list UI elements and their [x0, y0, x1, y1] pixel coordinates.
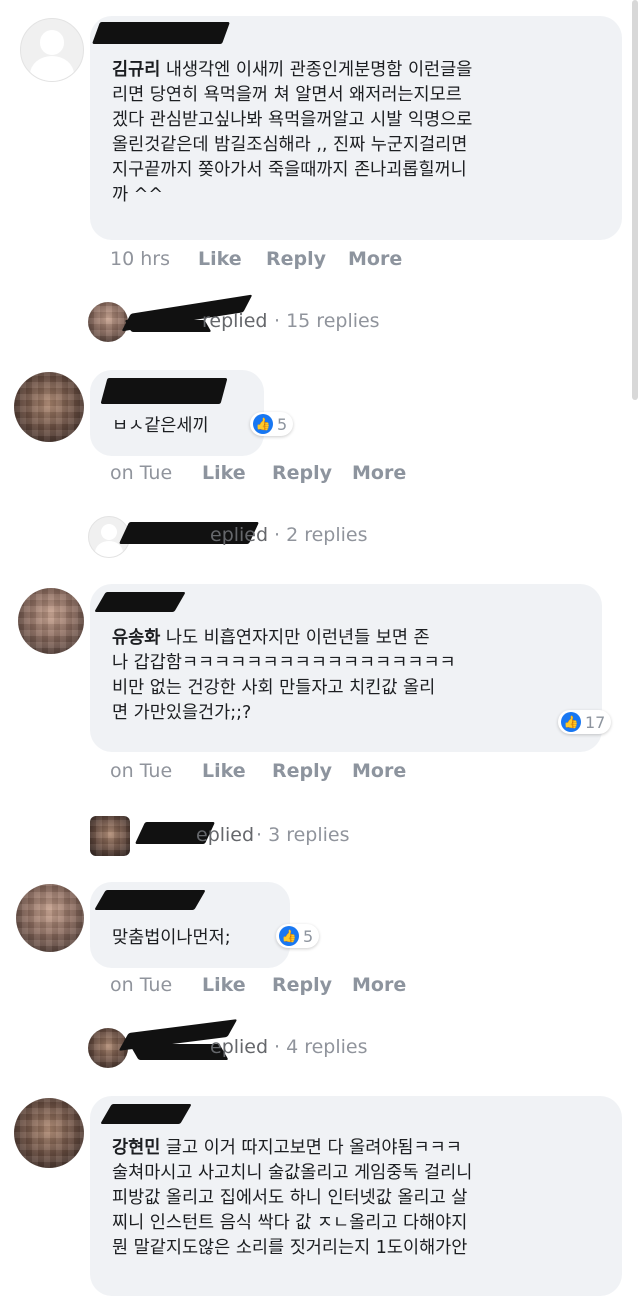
reply-button[interactable]: Reply — [272, 760, 332, 782]
like-button[interactable]: Like — [202, 760, 246, 782]
comment-actions: 10 hrs Like Reply More — [110, 248, 530, 274]
redacted-name — [100, 378, 228, 404]
replies-link[interactable]: replied · 15 replies — [88, 294, 488, 344]
scrollbar[interactable] — [632, 0, 638, 400]
avatar[interactable] — [14, 372, 84, 442]
like-count-badge[interactable]: 👍 17 — [558, 710, 612, 734]
replies-link[interactable]: eplied · 2 replies — [88, 514, 488, 558]
like-count: 5 — [277, 414, 288, 434]
comment-actions: on Tue Like Reply More — [110, 974, 530, 1000]
like-count-badge[interactable]: 👍 5 — [276, 924, 320, 948]
thumbs-up-icon: 👍 — [561, 712, 581, 732]
comment-actions: on Tue Like Reply More — [110, 760, 530, 786]
replies-count: · 2 replies — [274, 524, 368, 546]
redacted-name — [100, 1104, 192, 1124]
comment-author[interactable]: 김규리 — [112, 60, 160, 80]
replies-link[interactable]: eplied · 3 replies — [88, 814, 488, 858]
like-count: 17 — [585, 712, 606, 732]
replies-count: · 4 replies — [274, 1036, 368, 1058]
comment-time[interactable]: on Tue — [110, 974, 172, 996]
replies-count: · 3 replies — [256, 824, 350, 846]
like-button[interactable]: Like — [198, 248, 242, 270]
reply-button[interactable]: Reply — [272, 974, 332, 996]
replies-count: · 15 replies — [274, 310, 380, 332]
more-button[interactable]: More — [352, 760, 406, 782]
comment-author[interactable]: 강현민 — [112, 1138, 160, 1158]
replies-label: replied — [202, 310, 268, 332]
reply-button[interactable]: Reply — [266, 248, 326, 270]
thumbs-up-icon: 👍 — [279, 926, 299, 946]
avatar[interactable] — [18, 588, 84, 654]
comment-time[interactable]: 10 hrs — [110, 248, 170, 270]
comment-text: 강현민 글고 이거 따지고보면 다 올려야됨ㅋㅋㅋ 술쳐마시고 사고치니 술값올… — [112, 1138, 473, 1258]
avatar[interactable] — [20, 18, 84, 82]
redacted-name — [124, 320, 212, 332]
more-button[interactable]: More — [352, 974, 406, 996]
more-button[interactable]: More — [348, 248, 402, 270]
reply-button[interactable]: Reply — [272, 462, 332, 484]
comment-text: 맞춤법이나먼저; — [112, 928, 231, 948]
comment-text: 유송화 나도 비흡연자지만 이런년들 보면 존 나 갑갑함ㅋㅋㅋㅋㅋㅋㅋㅋㅋㅋㅋ… — [112, 628, 456, 723]
avatar — [90, 816, 130, 856]
like-button[interactable]: Like — [202, 462, 246, 484]
comment-author[interactable]: 유송화 — [112, 628, 160, 648]
comment-time[interactable]: on Tue — [110, 760, 172, 782]
redacted-name — [94, 890, 206, 910]
redacted-name — [91, 22, 231, 44]
like-count: 5 — [303, 926, 314, 946]
avatar[interactable] — [16, 884, 84, 952]
like-count-badge[interactable]: 👍 5 — [250, 412, 294, 436]
comment-time[interactable]: on Tue — [110, 462, 172, 484]
comment-text: 김규리 내생각엔 이새끼 관종인게분명함 이런글을 리면 당연히 욕먹을꺼 쳐 … — [112, 60, 473, 205]
comment-text: ㅂㅅ같은세끼 — [112, 416, 209, 436]
thumbs-up-icon: 👍 — [253, 414, 273, 434]
replies-label: eplied — [196, 824, 255, 846]
avatar — [88, 302, 128, 342]
avatar[interactable] — [14, 1098, 84, 1168]
like-button[interactable]: Like — [202, 974, 246, 996]
redacted-name — [94, 592, 186, 612]
comment-actions: on Tue Like Reply More — [110, 462, 530, 488]
replies-label: eplied — [210, 1036, 269, 1058]
replies-label: eplied — [210, 524, 269, 546]
more-button[interactable]: More — [352, 462, 406, 484]
replies-link[interactable]: eplied · 4 replies — [88, 1019, 488, 1070]
